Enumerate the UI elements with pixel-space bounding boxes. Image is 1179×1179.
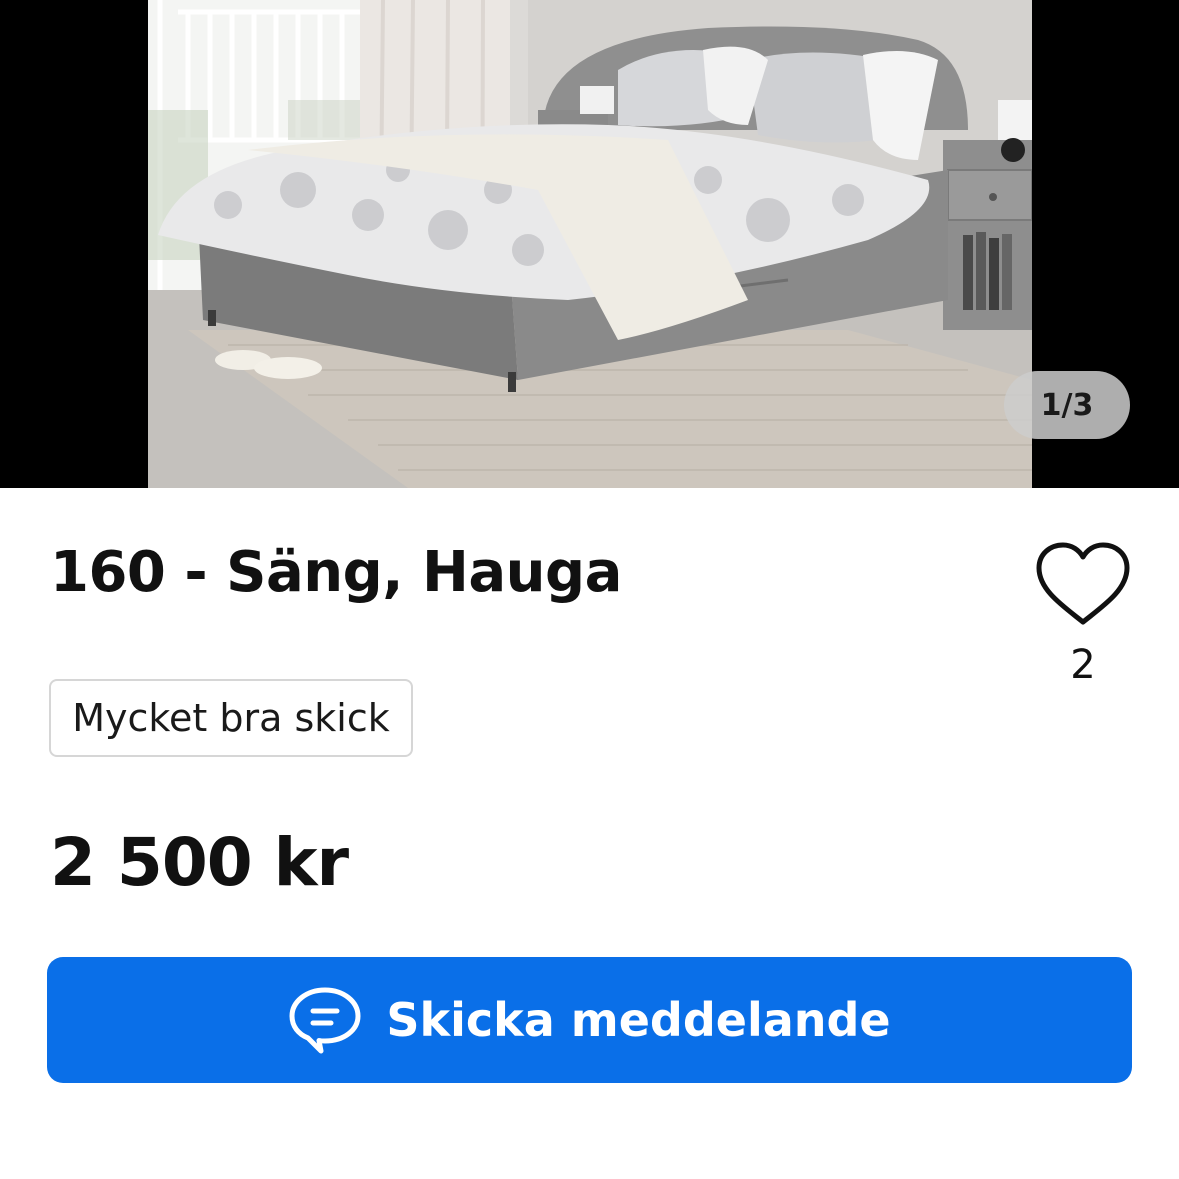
price: 2 500 kr — [50, 824, 349, 901]
image-gallery[interactable]: 1/3 — [0, 0, 1179, 488]
favorite-count: 2 — [1070, 642, 1096, 688]
listing-photo[interactable] — [148, 0, 1032, 488]
listing-page: 1/3 160 - Säng, Hauga 2 Mycket bra skick… — [0, 0, 1179, 1179]
chat-bubble-icon — [289, 987, 361, 1054]
send-message-label: Skicka meddelande — [386, 993, 891, 1047]
listing-title: 160 - Säng, Hauga — [50, 540, 622, 605]
condition-badge: Mycket bra skick — [49, 679, 413, 757]
image-counter: 1/3 — [1004, 371, 1130, 439]
heart-outline-icon — [1036, 542, 1130, 625]
send-message-button[interactable]: Skicka meddelande — [47, 957, 1132, 1083]
